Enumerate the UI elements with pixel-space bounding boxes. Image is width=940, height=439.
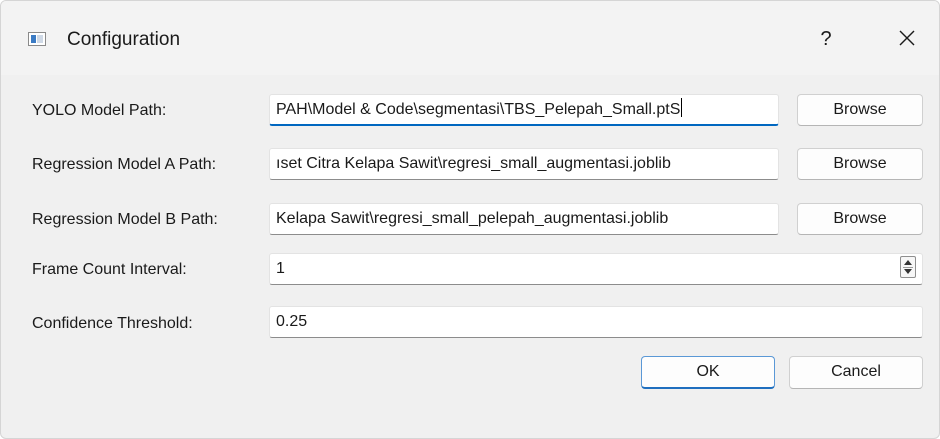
yolo-browse-button[interactable]: Browse: [797, 94, 923, 126]
spin-down-icon[interactable]: [904, 269, 912, 274]
window-title: Configuration: [67, 29, 181, 50]
yolo-model-path-label: YOLO Model Path:: [32, 102, 167, 119]
frame-count-interval-spinbox[interactable]: 1: [269, 253, 923, 285]
close-button[interactable]: [889, 23, 925, 55]
close-icon: [899, 30, 915, 46]
regression-a-browse-button[interactable]: Browse: [797, 148, 923, 180]
confidence-threshold-label: Confidence Threshold:: [32, 315, 193, 332]
app-icon-pane: [37, 35, 43, 43]
ok-button[interactable]: OK: [641, 356, 775, 389]
title-bar[interactable]: Configuration ?: [1, 1, 939, 75]
regression-model-b-path-label: Regression Model B Path:: [32, 211, 218, 228]
confidence-threshold-input[interactable]: 0.25: [269, 306, 923, 338]
configuration-dialog: Configuration ? YOLO Model Path: PAH\Mod…: [0, 0, 940, 439]
spin-up-icon[interactable]: [904, 260, 912, 265]
spin-divider: [903, 267, 913, 268]
regression-b-browse-button[interactable]: Browse: [797, 203, 923, 235]
frame-count-interval-label: Frame Count Interval:: [32, 261, 187, 278]
text-caret: [681, 98, 683, 117]
app-icon-pane: [31, 35, 36, 43]
yolo-model-path-input[interactable]: PAH\Model & Code\segmentasi\TBS_Pelepah_…: [269, 94, 779, 126]
regression-model-a-path-label: Regression Model A Path:: [32, 156, 217, 173]
spin-arrows[interactable]: [900, 256, 916, 278]
regression-model-b-path-input[interactable]: Kelapa Sawit\regresi_small_pelepah_augme…: [269, 203, 779, 235]
help-button[interactable]: ?: [811, 23, 841, 55]
cancel-button[interactable]: Cancel: [789, 356, 923, 389]
yolo-model-path-value: PAH\Model & Code\segmentasi\TBS_Pelepah_…: [276, 101, 681, 118]
regression-model-a-path-input[interactable]: ıset Citra Kelapa Sawit\regresi_small_au…: [269, 148, 779, 180]
window-app-icon: [28, 32, 46, 46]
